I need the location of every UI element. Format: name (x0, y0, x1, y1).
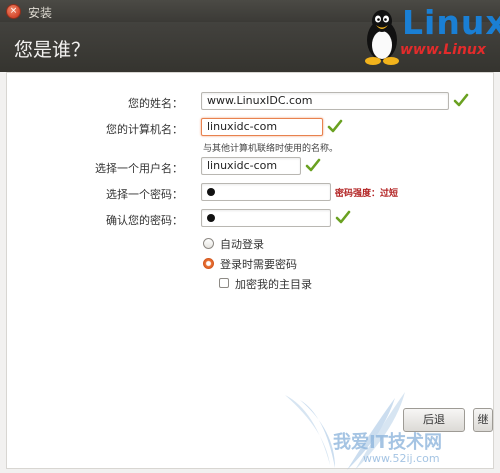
page-title: 您是谁？ (14, 39, 91, 61)
window-title: 安装 (28, 6, 53, 20)
name-check-icon (453, 93, 469, 107)
back-button[interactable]: 后退 (403, 408, 465, 432)
password-label: 选择一个密码： (106, 188, 183, 201)
close-icon[interactable]: × (6, 4, 21, 19)
confirm-password-dot (207, 214, 215, 222)
confirm-password-check-icon (335, 210, 351, 224)
forward-button-label: 继 (477, 413, 489, 426)
logo-text: Linux (402, 3, 500, 42)
username-value: linuxidc-com (207, 159, 278, 172)
linux-logo: Linux www.Linux (360, 0, 500, 80)
form-panel: 您的姓名： www.LinuxIDC.com 您的计算机名： linuxidc-… (6, 72, 494, 469)
back-button-label: 后退 (423, 413, 445, 426)
auto-login-label: 自动登录 (220, 238, 264, 251)
encrypt-home-label: 加密我的主目录 (235, 278, 312, 291)
computer-name-value: linuxidc-com (207, 120, 278, 133)
computer-name-field[interactable]: linuxidc-com (201, 118, 323, 136)
username-field[interactable]: linuxidc-com (201, 157, 301, 175)
username-check-icon (305, 158, 321, 172)
username-label: 选择一个用户名： (95, 162, 183, 175)
password-dot (207, 188, 215, 196)
forward-button[interactable]: 继 (473, 408, 493, 432)
password-field[interactable] (201, 183, 331, 201)
computer-name-hint: 与其他计算机联络时使用的名称。 (203, 144, 339, 154)
require-password-radio[interactable] (203, 258, 214, 269)
require-password-label: 登录时需要密码 (220, 258, 297, 271)
name-value: www.LinuxIDC.com (207, 94, 313, 107)
tux-penguin-icon (365, 10, 399, 65)
confirm-password-field[interactable] (201, 209, 331, 227)
confirm-password-label: 确认您的密码： (106, 214, 183, 227)
name-field[interactable]: www.LinuxIDC.com (201, 92, 449, 110)
auto-login-radio[interactable] (203, 238, 214, 249)
logo-url: www.Linux (400, 42, 486, 58)
computer-name-check-icon (327, 119, 343, 133)
name-label: 您的姓名： (128, 97, 183, 110)
encrypt-home-checkbox[interactable] (219, 278, 229, 288)
page-header: 您是谁？ Linux www.Linux (0, 3, 500, 72)
password-strength: 密码强度：过短 (335, 189, 399, 199)
computer-name-label: 您的计算机名： (106, 123, 183, 136)
